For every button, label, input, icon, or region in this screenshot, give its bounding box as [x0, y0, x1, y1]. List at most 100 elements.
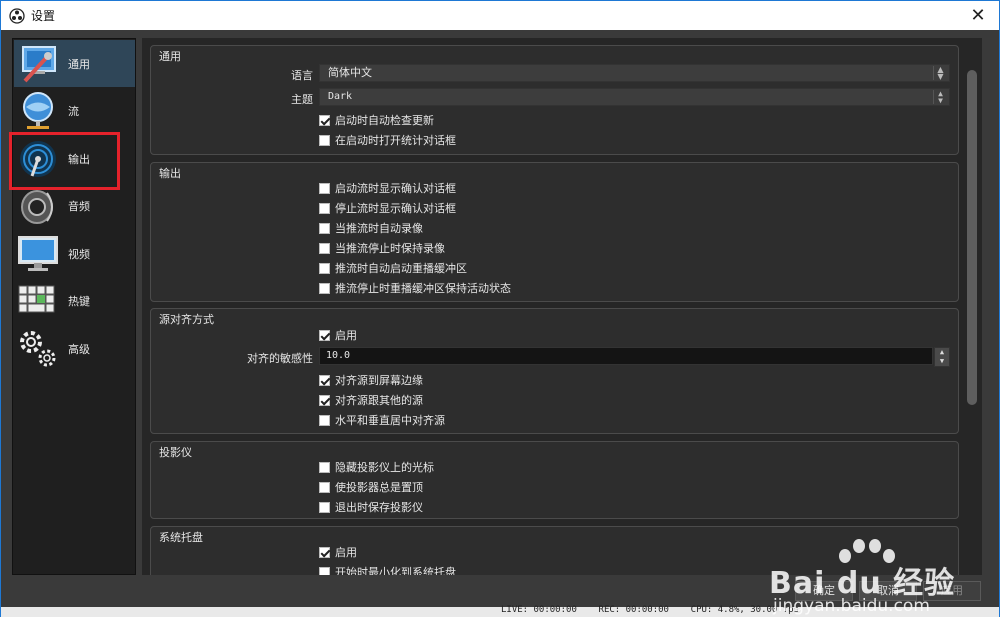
open-stats-checkbox[interactable]: 在启动时打开统计对话框: [319, 132, 456, 148]
snapping-enable-checkbox[interactable]: 启用: [319, 327, 357, 343]
cancel-button[interactable]: 取消: [859, 581, 917, 601]
checkbox-box[interactable]: [319, 394, 330, 406]
window-title: 设置: [31, 9, 56, 23]
checkbox-label: 启用: [335, 546, 357, 559]
checkbox-label: 当推流时自动录像: [335, 222, 423, 235]
close-icon[interactable]: ✕: [967, 5, 989, 27]
checkbox-label: 使投影器总是置顶: [335, 481, 423, 494]
checkbox-box[interactable]: [319, 481, 330, 493]
output-checkbox[interactable]: 推流停止时重播缓冲区保持活动状态: [319, 280, 511, 296]
stepper-arrows-icon[interactable]: ▲ ▼: [934, 347, 950, 367]
sensitivity-input[interactable]: 10.0 ▲ ▼: [319, 347, 950, 367]
settings-window: 通用 流 输出 音频 视频 热键 高级 通用 语言 简体中文 ▲ ▼ 主题 Da…: [0, 30, 1000, 617]
checkbox-box[interactable]: [319, 134, 330, 146]
checkbox-box[interactable]: [319, 262, 330, 274]
status-bar: LIVE: 00:00:00 REC: 00:00:00 CPU: 4.8%, …: [1, 605, 999, 617]
checkbox-label: 启用: [335, 329, 357, 342]
checkbox-label: 当推流停止时保持录像: [335, 242, 445, 255]
projector-checkbox[interactable]: 使投影器总是置顶: [319, 479, 423, 495]
checkbox-label: 隐藏投影仪上的光标: [335, 461, 434, 474]
stream-globe-icon: [16, 89, 60, 133]
group-title: 系统托盘: [159, 531, 203, 544]
sidebar-item-label: 流: [68, 104, 79, 118]
general-wrench-icon: [16, 42, 60, 86]
checkbox-box[interactable]: [319, 374, 330, 386]
audio-speaker-icon: [16, 184, 60, 228]
group-title: 投影仪: [159, 446, 192, 459]
sidebar-item-video[interactable]: 视频: [14, 230, 135, 277]
snapping-checkbox[interactable]: 对齐源跟其他的源: [319, 392, 423, 408]
checkbox-label: 对齐源跟其他的源: [335, 394, 423, 407]
group-title: 通用: [159, 50, 181, 63]
language-select[interactable]: 简体中文 ▲ ▼: [319, 64, 950, 82]
output-checkbox[interactable]: 推流时自动启动重播缓冲区: [319, 260, 467, 276]
output-checkbox[interactable]: 当推流时自动录像: [319, 220, 423, 236]
apply-button[interactable]: 应用: [923, 581, 981, 601]
tray-checkbox[interactable]: 开始时最小化到系统托盘: [319, 564, 456, 575]
sensitivity-value: 10.0: [326, 350, 351, 361]
theme-select[interactable]: Dark ▲ ▼: [319, 88, 950, 106]
ok-button[interactable]: 确定: [795, 581, 853, 601]
projector-group: 投影仪 隐藏投影仪上的光标 使投影器总是置顶 退出时保存投影仪: [150, 441, 959, 519]
checkbox-box[interactable]: [319, 202, 330, 214]
snapping-checkbox[interactable]: 对齐源到屏幕边缘: [319, 372, 423, 388]
output-group: 输出 启动流时显示确认对话框 停止流时显示确认对话框 当推流时自动录像 当推流停…: [150, 162, 959, 302]
settings-content: 通用 语言 简体中文 ▲ ▼ 主题 Dark ▲ ▼ 启动时自动检查更新 在启动时打…: [142, 38, 982, 575]
checkbox-label: 推流时自动启动重播缓冲区: [335, 262, 467, 275]
checkbox-box[interactable]: [319, 566, 330, 575]
obs-logo-icon: [9, 7, 25, 24]
settings-sidebar: 通用 流 输出 音频 视频 热键 高级: [12, 38, 136, 575]
output-checkbox[interactable]: 停止流时显示确认对话框: [319, 200, 456, 216]
sidebar-item-hotkeys[interactable]: 热键: [14, 277, 135, 324]
hotkeys-keyboard-icon: [16, 279, 60, 323]
checkbox-label: 退出时保存投影仪: [335, 501, 423, 514]
sidebar-item-general[interactable]: 通用: [14, 40, 135, 87]
sidebar-item-label: 通用: [68, 57, 90, 71]
checkbox-label: 开始时最小化到系统托盘: [335, 566, 456, 575]
select-arrows-icon: ▲ ▼: [933, 66, 947, 81]
advanced-gears-icon: [16, 327, 60, 371]
checkbox-box[interactable]: [319, 182, 330, 194]
checkbox-box[interactable]: [319, 222, 330, 234]
select-arrows-icon: ▲ ▼: [933, 90, 947, 105]
sidebar-item-label: 高级: [68, 342, 90, 356]
checkbox-box[interactable]: [319, 114, 330, 126]
title-bar: 设置 ✕: [0, 0, 1000, 30]
theme-label: 主题: [291, 93, 313, 106]
sidebar-item-label: 视频: [68, 247, 90, 261]
language-label: 语言: [291, 69, 313, 82]
video-monitor-icon: [16, 232, 60, 276]
group-title: 输出: [159, 167, 181, 180]
checkbox-box[interactable]: [319, 461, 330, 473]
tray-checkbox[interactable]: 启用: [319, 544, 357, 560]
snapping-checkbox[interactable]: 水平和垂直居中对齐源: [319, 412, 445, 428]
check-updates-checkbox[interactable]: 启动时自动检查更新: [319, 112, 434, 128]
content-scrollbar[interactable]: [967, 70, 977, 405]
highlight-box: [9, 132, 120, 190]
status-text: LIVE: 00:00:00 REC: 00:00:00 CPU: 4.8%, …: [501, 605, 800, 615]
checkbox-label: 水平和垂直居中对齐源: [335, 414, 445, 427]
group-title: 源对齐方式: [159, 313, 214, 326]
general-group: 通用 语言 简体中文 ▲ ▼ 主题 Dark ▲ ▼ 启动时自动检查更新 在启动时打…: [150, 45, 959, 155]
snapping-group: 源对齐方式 启用 对齐的敏感性 10.0 ▲ ▼ 对齐源到屏幕边缘 对齐源跟其他的…: [150, 308, 959, 434]
checkbox-box[interactable]: [319, 414, 330, 426]
output-checkbox[interactable]: 启动流时显示确认对话框: [319, 180, 456, 196]
language-value: 简体中文: [328, 66, 372, 79]
sidebar-item-stream[interactable]: 流: [14, 87, 135, 134]
checkbox-label: 停止流时显示确认对话框: [335, 202, 456, 215]
checkbox-box[interactable]: [319, 242, 330, 254]
sensitivity-label: 对齐的敏感性: [247, 352, 313, 365]
sidebar-item-label: 热键: [68, 294, 90, 308]
checkbox-label: 在启动时打开统计对话框: [335, 134, 456, 147]
checkbox-box[interactable]: [319, 282, 330, 294]
tray-group: 系统托盘 启用 开始时最小化到系统托盘: [150, 526, 959, 575]
projector-checkbox[interactable]: 隐藏投影仪上的光标: [319, 459, 434, 475]
checkbox-box[interactable]: [319, 501, 330, 513]
checkbox-box[interactable]: [319, 546, 330, 558]
output-checkbox[interactable]: 当推流停止时保持录像: [319, 240, 445, 256]
theme-value: Dark: [328, 91, 353, 102]
checkbox-label: 推流停止时重播缓冲区保持活动状态: [335, 282, 511, 295]
sidebar-item-advanced[interactable]: 高级: [14, 325, 135, 372]
checkbox-box[interactable]: [319, 329, 330, 341]
projector-checkbox[interactable]: 退出时保存投影仪: [319, 499, 423, 515]
